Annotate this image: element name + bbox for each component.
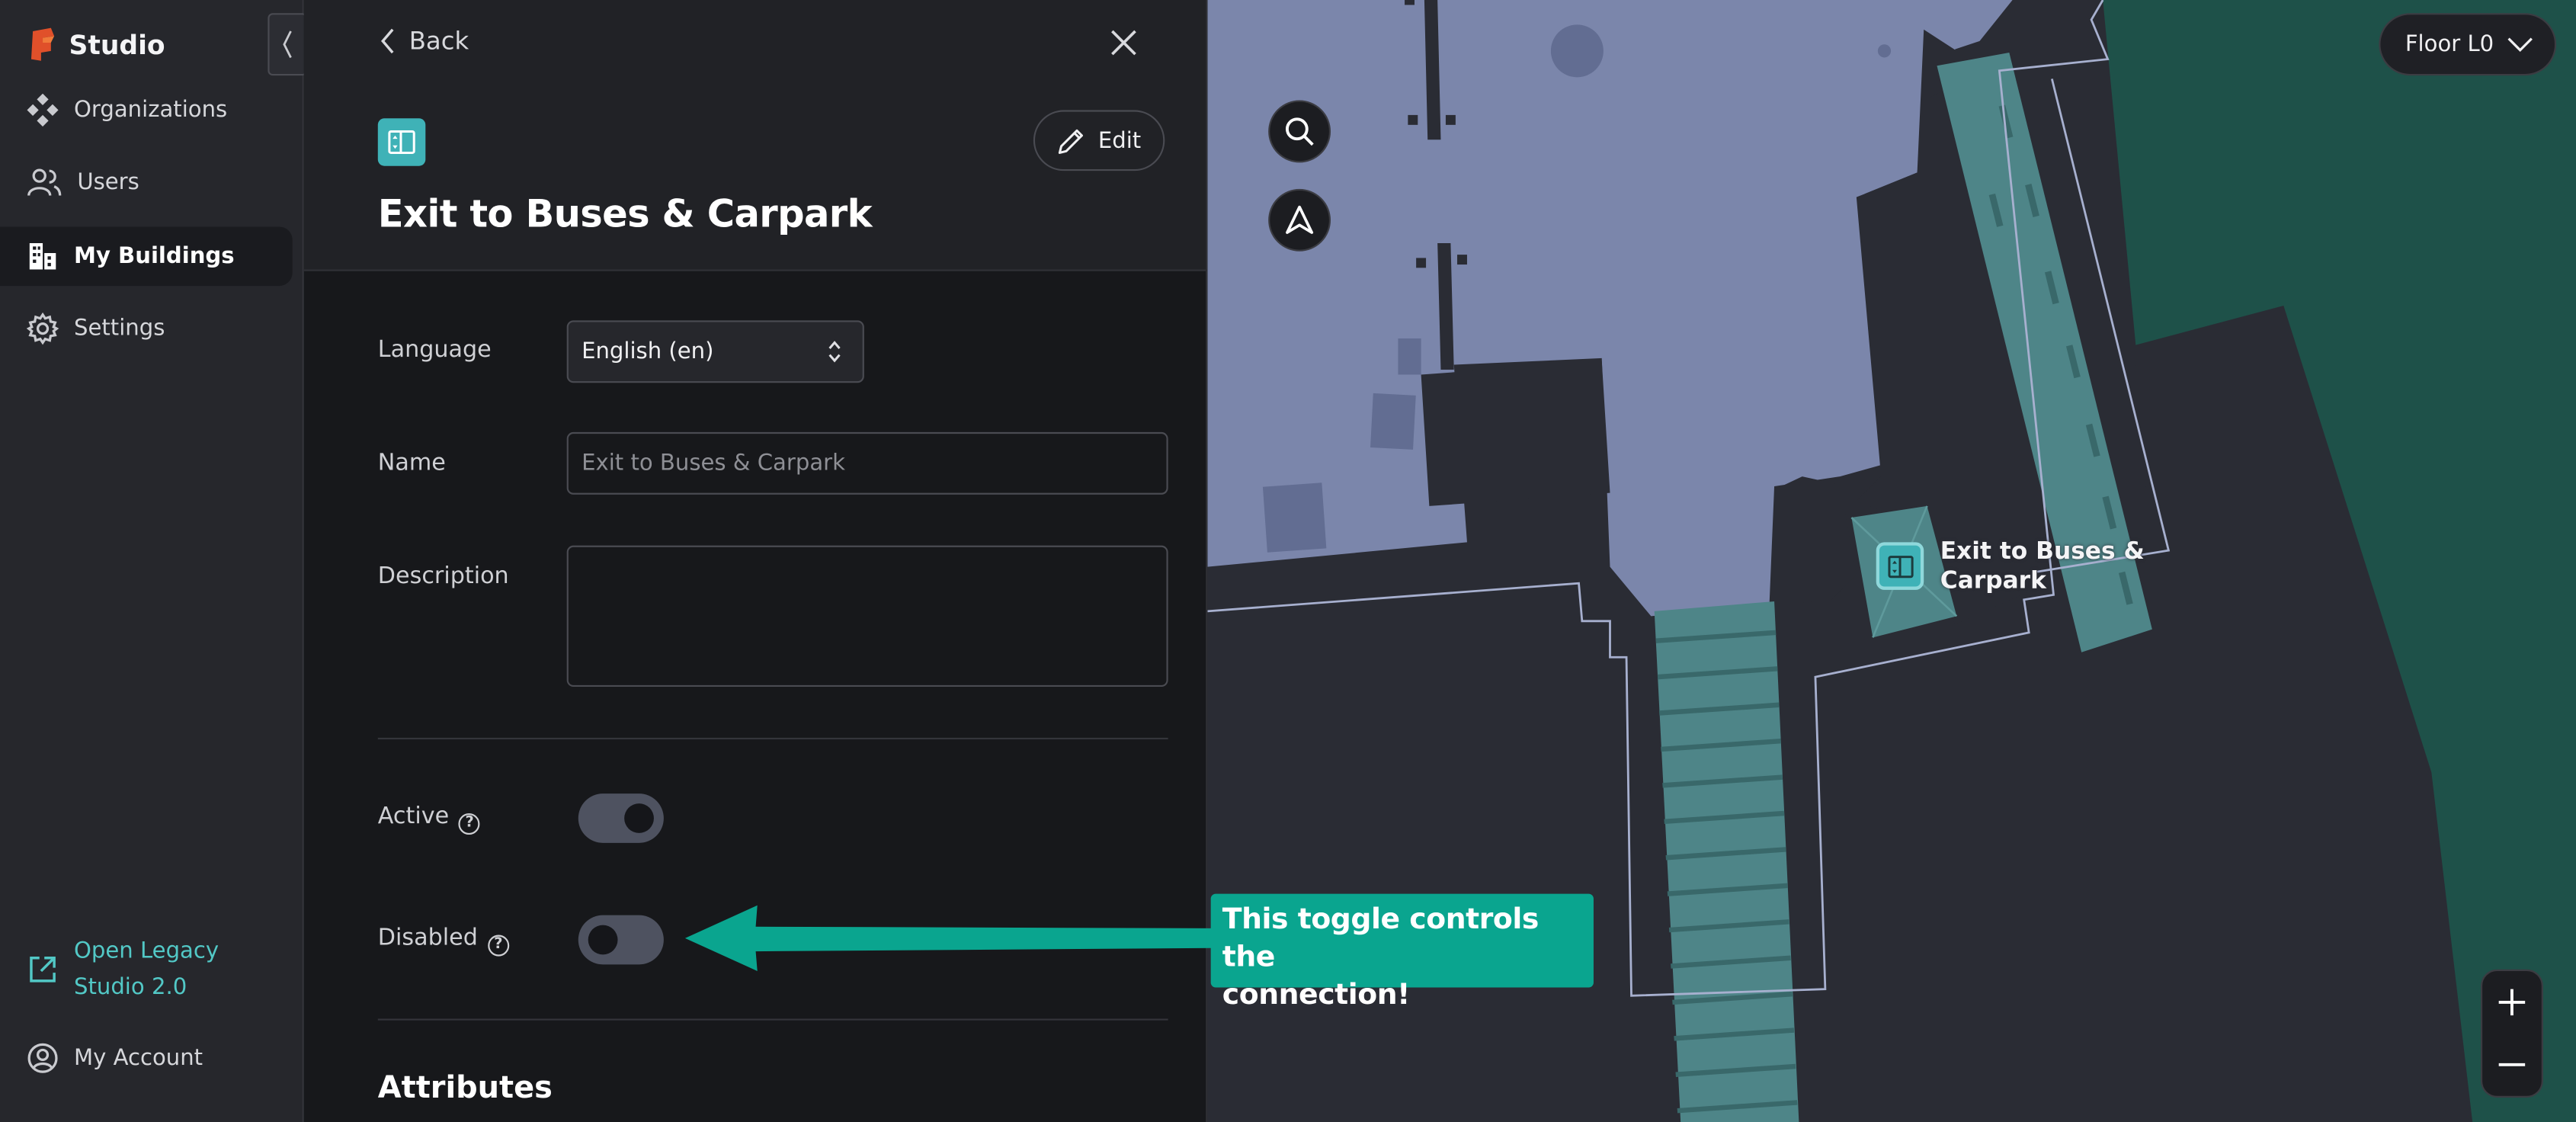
divider — [377, 1018, 1168, 1021]
description-label: Description — [377, 563, 509, 590]
users-icon — [27, 169, 62, 197]
toggle-knob — [588, 925, 618, 955]
sidebar-item-my-buildings[interactable]: My Buildings — [0, 226, 293, 286]
edit-button[interactable]: Edit — [1033, 110, 1165, 172]
page-title: Exit to Buses & Carpark — [377, 194, 873, 237]
active-label: Active? — [377, 803, 481, 834]
sidebar-item-organizations[interactable]: Organizations — [0, 81, 293, 140]
active-label-text: Active — [377, 803, 450, 830]
description-textarea[interactable] — [566, 545, 1168, 688]
collapse-sidebar-button[interactable] — [268, 13, 308, 76]
active-toggle[interactable] — [578, 793, 664, 843]
language-label: Language — [377, 336, 492, 364]
sidebar-item-label: Organizations — [74, 97, 228, 123]
map-poi-label[interactable]: Exit to Buses & Carpark — [1940, 537, 2145, 597]
map-poi-label-line2: Carpark — [1940, 568, 2046, 595]
map-search-button[interactable] — [1268, 100, 1331, 163]
back-button[interactable]: Back — [380, 26, 469, 56]
elevator-icon — [388, 130, 415, 154]
language-value: English (en) — [582, 338, 714, 365]
close-button[interactable] — [1109, 28, 1139, 64]
navigation-arrow-icon — [1286, 205, 1314, 234]
chevron-up-down-icon — [828, 341, 841, 363]
zoom-out-button[interactable] — [2482, 1034, 2542, 1096]
map-compass-button[interactable] — [1268, 188, 1331, 252]
sidebar-item-label: My Buildings — [74, 242, 235, 270]
help-icon[interactable]: ? — [459, 812, 481, 834]
account-label: My Account — [74, 1044, 203, 1072]
my-account-link[interactable]: My Account — [26, 1042, 203, 1075]
connection-type-icon — [377, 118, 426, 166]
brand[interactable]: Studio — [26, 26, 165, 62]
chevron-left-icon — [283, 30, 292, 59]
zoom-in-button[interactable] — [2482, 971, 2542, 1034]
attributes-heading: Attributes — [377, 1071, 553, 1106]
legacy-link-line2: Studio 2.0 — [74, 974, 187, 1001]
annotation-arrow — [684, 905, 1213, 971]
back-label: Back — [409, 26, 469, 56]
external-link-icon — [30, 956, 56, 983]
toggle-knob — [624, 803, 654, 833]
minus-icon — [2498, 1063, 2526, 1066]
sidebar-nav: Organizations Users My Buildings Setting… — [0, 81, 303, 373]
close-icon — [1111, 30, 1136, 56]
sidebar: Studio Organizations Users My Buildings … — [0, 0, 308, 1122]
map-poi-label-line1: Exit to Buses & — [1940, 539, 2145, 566]
annotation-line1: This toggle controls the — [1222, 903, 1540, 975]
elevator-icon — [1887, 555, 1913, 578]
outdoor-area — [2103, 0, 2576, 1122]
help-icon[interactable]: ? — [487, 934, 509, 956]
panel-header: Back Edit Exit to Buses & Carpark — [303, 0, 1206, 271]
brand-name: Studio — [69, 28, 165, 60]
language-select[interactable]: English (en) — [566, 320, 864, 383]
chevron-left-icon — [380, 28, 394, 54]
floor-selector[interactable]: Floor L0 — [2379, 13, 2557, 76]
map-poi-marker[interactable] — [1876, 542, 1924, 590]
stairs-corridor — [1654, 601, 1799, 1122]
sidebar-item-label: Settings — [74, 316, 165, 342]
annotation-line2: connection! — [1222, 979, 1411, 1012]
studio-logo-icon — [30, 27, 55, 61]
sidebar-item-users[interactable]: Users — [0, 153, 293, 213]
account-icon — [27, 1043, 58, 1073]
name-input[interactable] — [566, 431, 1168, 495]
zoom-controls — [2480, 969, 2543, 1098]
buildings-icon — [29, 242, 56, 270]
floor-label: Floor L0 — [2405, 30, 2494, 58]
name-label: Name — [377, 450, 446, 477]
disabled-label: Disabled? — [378, 925, 509, 956]
chevron-down-icon — [2507, 37, 2533, 53]
legacy-link-line1: Open Legacy — [74, 938, 219, 965]
divider — [377, 737, 1168, 740]
plus-icon — [2498, 989, 2526, 1016]
disabled-toggle[interactable] — [578, 915, 664, 965]
disabled-label-text: Disabled — [377, 925, 478, 952]
sidebar-item-label: Users — [77, 169, 139, 197]
search-icon — [1285, 117, 1314, 146]
sidebar-item-settings[interactable]: Settings — [0, 300, 293, 359]
gear-icon — [26, 313, 59, 345]
pencil-icon — [1059, 128, 1084, 153]
annotation-callout: This toggle controls the connection! — [1210, 893, 1594, 1012]
open-legacy-studio-link[interactable]: Open Legacy Studio 2.0 — [26, 933, 219, 1005]
organizations-icon — [27, 93, 59, 127]
edit-label: Edit — [1097, 127, 1142, 154]
